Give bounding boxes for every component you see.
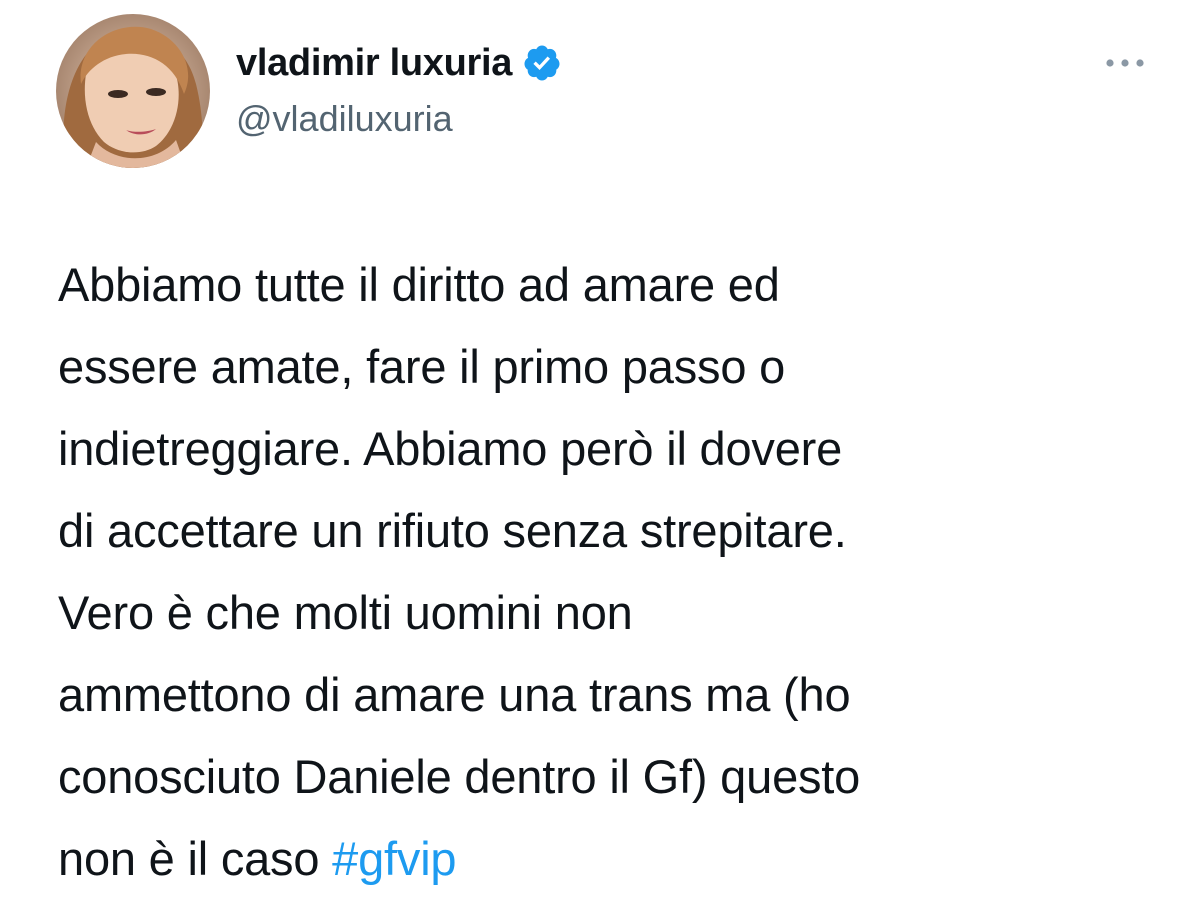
tweet-text-line: conosciuto Daniele dentro il Gf) questo [58,750,861,803]
more-options-button[interactable] [1098,48,1152,78]
hashtag-link[interactable]: #gfvip [332,832,456,885]
avatar-image [56,14,210,168]
tweet-header: vladimir luxuria @vladiluxuria [236,40,562,140]
verified-badge-icon [522,43,562,83]
more-horizontal-icon [1106,59,1144,67]
tweet-text-fragment: non è il caso [58,832,333,885]
tweet-text-line: di accettare un rifiuto senza strepitare… [58,504,847,557]
tweet-text-line: ammettono di amare una trans ma (ho [58,668,851,721]
tweet-text-line: indietreggiare. Abbiamo però il dovere [58,422,843,475]
tweet-text-last-line: non è il caso #gfvip [58,818,1168,900]
tweet-text-line: Vero è che molti uomini non [58,586,633,639]
tweet-text: Abbiamo tutte il diritto ad amare ed ess… [58,244,1168,900]
tweet-text-line: essere amate, fare il primo passo o [58,340,786,393]
avatar[interactable] [56,14,210,168]
display-name[interactable]: vladimir luxuria [236,42,512,85]
tweet-text-line: Abbiamo tutte il diritto ad amare ed [58,258,780,311]
user-handle[interactable]: @vladiluxuria [236,98,562,140]
tweet-card: vladimir luxuria @vladiluxuria Abbiamo t… [0,0,1200,912]
name-row: vladimir luxuria [236,40,562,86]
